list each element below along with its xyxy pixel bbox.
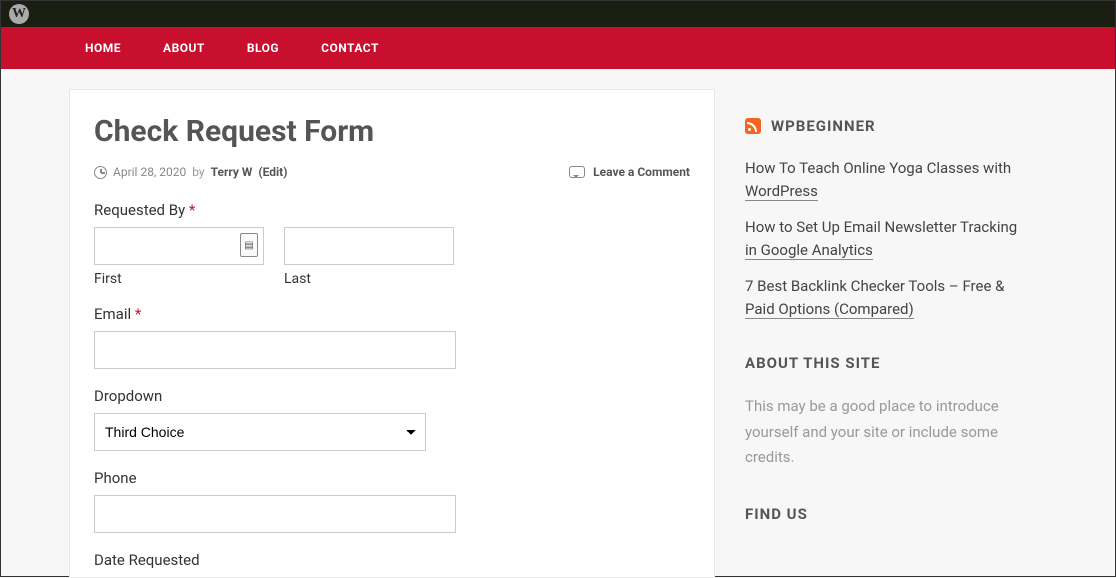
label-date-requested: Date Requested	[94, 551, 690, 569]
wp-admin-bar[interactable]: W	[1, 1, 1115, 27]
widget-about-title: ABOUT THIS SITE	[745, 354, 1047, 372]
widget-rss-title[interactable]: WPBEGINNER	[771, 117, 876, 135]
widget-find-us: FIND US	[745, 505, 1047, 523]
label-phone: Phone	[94, 469, 690, 487]
first-name-input[interactable]	[94, 227, 264, 265]
rss-item-0[interactable]: How To Teach Online Yoga Classes with Wo…	[745, 157, 1047, 202]
edit-link[interactable]: (Edit)	[258, 165, 287, 179]
by-text: by	[192, 165, 204, 179]
autofill-icon[interactable]: ▤	[240, 233, 258, 257]
phone-input[interactable]	[94, 495, 456, 533]
last-name-input[interactable]	[284, 227, 454, 265]
post-author[interactable]: Terry W	[211, 165, 253, 179]
post-meta: April 28, 2020 by Terry W (Edit)	[94, 165, 287, 179]
dropdown-select[interactable]: Third Choice	[94, 413, 426, 451]
page-title: Check Request Form	[94, 114, 690, 149]
main-navigation: HOME ABOUT BLOG CONTACT	[1, 27, 1115, 69]
nav-about[interactable]: ABOUT	[163, 41, 205, 55]
email-input[interactable]	[94, 331, 456, 369]
leave-comment-link[interactable]: Leave a Comment	[569, 165, 690, 179]
label-email: Email *	[94, 305, 690, 323]
post-date: April 28, 2020	[113, 165, 186, 179]
wordpress-logo-icon[interactable]: W	[9, 4, 29, 24]
widget-about-text: This may be a good place to introduce yo…	[745, 394, 1047, 471]
content-box: Check Request Form April 28, 2020 by Ter…	[69, 89, 715, 578]
sublabel-last: Last	[284, 271, 454, 287]
widget-find-title: FIND US	[745, 505, 1047, 523]
comment-icon	[569, 166, 585, 178]
label-dropdown: Dropdown	[94, 387, 690, 405]
sidebar: WPBEGINNER How To Teach Online Yoga Clas…	[745, 89, 1047, 578]
clock-icon	[94, 166, 107, 179]
rss-icon[interactable]	[745, 118, 761, 134]
label-requested-by: Requested By *	[94, 201, 690, 219]
nav-contact[interactable]: CONTACT	[321, 41, 379, 55]
widget-rss: WPBEGINNER How To Teach Online Yoga Clas…	[745, 117, 1047, 320]
sublabel-first: First	[94, 271, 264, 287]
widget-about: ABOUT THIS SITE This may be a good place…	[745, 354, 1047, 471]
nav-home[interactable]: HOME	[85, 41, 121, 55]
comment-label: Leave a Comment	[593, 165, 690, 179]
rss-item-2[interactable]: 7 Best Backlink Checker Tools – Free & P…	[745, 275, 1047, 320]
nav-blog[interactable]: BLOG	[247, 41, 279, 55]
rss-item-1[interactable]: How to Set Up Email Newsletter Tracking …	[745, 216, 1047, 261]
